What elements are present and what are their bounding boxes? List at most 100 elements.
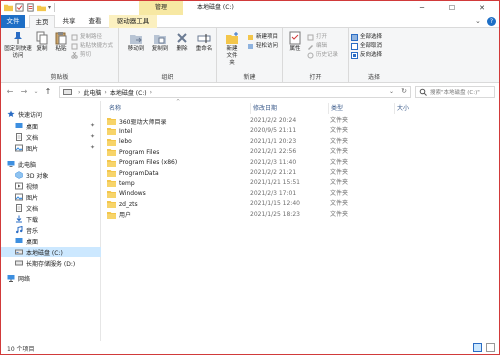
nav-videos[interactable]: 视频 — [1, 181, 101, 191]
tab-share[interactable]: 共享 — [57, 15, 81, 28]
nav-network[interactable]: 网络 — [1, 273, 101, 283]
paste-shortcut-button[interactable]: 粘贴快捷方式 — [71, 42, 113, 50]
quick-access-dropdown-icon[interactable]: ▾ — [48, 4, 51, 11]
table-row[interactable]: Intel 2020/9/5 21:11 文件夹 — [102, 126, 499, 136]
pin-quick-access-button[interactable]: 固定到快速访问 — [3, 31, 33, 60]
file-name-cell[interactable]: 360驱动大师目录 — [107, 116, 166, 126]
paste-shortcut-label: 粘贴快捷方式 — [80, 43, 114, 49]
up-button[interactable]: ↑ — [43, 87, 53, 97]
folder-icon — [107, 170, 116, 177]
close-button[interactable]: ✕ — [471, 1, 493, 15]
file-name-cell[interactable]: temp — [107, 178, 135, 188]
help-icon[interactable]: ? — [487, 17, 496, 26]
history-button[interactable]: 历史记录 — [307, 51, 338, 59]
select-all-button[interactable]: 全部选择 — [351, 33, 382, 41]
file-name-cell[interactable]: 用户 — [107, 210, 131, 220]
search-box[interactable]: 搜索"本地磁盘 (C:)" — [415, 86, 495, 98]
open-button[interactable]: 打开 — [307, 33, 327, 41]
nav-downloads[interactable]: 下载 — [1, 214, 101, 224]
nav-quick-access[interactable]: 快速访问 — [1, 109, 101, 119]
nav-pictures[interactable]: 图片 ✦ — [1, 143, 101, 153]
nav-local-disk-c[interactable]: 本地磁盘 (C:) — [1, 247, 101, 257]
file-name-cell[interactable]: Program Files (x86) — [107, 158, 177, 168]
new-item-button[interactable]: 新建项目 — [247, 33, 278, 41]
column-header-date[interactable]: 修改日期 — [250, 103, 328, 114]
ribbon-collapse-icon[interactable]: ⌄ — [475, 17, 481, 25]
tab-drive-tools[interactable]: 驱动器工具 — [109, 15, 157, 28]
table-row[interactable]: 用户 2021/1/25 18:23 文件夹 — [102, 210, 499, 220]
cube-icon — [15, 171, 23, 179]
open-icon — [307, 34, 314, 40]
file-name-cell[interactable]: Program Files — [107, 147, 159, 157]
cut-button[interactable]: 剪切 — [71, 51, 91, 59]
select-none-button[interactable]: 全部取消 — [351, 42, 382, 50]
document-icon — [16, 133, 22, 141]
folder-icon — [107, 149, 116, 157]
new-folder-icon[interactable] — [37, 3, 46, 12]
tab-home[interactable]: 主页 — [29, 15, 55, 28]
easy-access-button[interactable]: 轻松访问 — [247, 42, 278, 50]
invert-selection-button[interactable]: 反向选择 — [351, 51, 382, 59]
nav-pictures-pc[interactable]: 图片 — [1, 192, 101, 202]
rename-button[interactable]: 重命名 — [193, 31, 215, 53]
desktop-icon — [15, 238, 23, 243]
paste-button[interactable]: 粘贴 — [52, 31, 70, 53]
column-header-type[interactable]: 类型 — [328, 103, 394, 114]
table-row[interactable]: lebo 2021/1/1 20:23 文件夹 — [102, 137, 499, 147]
back-button[interactable]: ← — [5, 87, 15, 97]
file-list: ^ 名称 修改日期 类型 大小 360驱动大师目录 2021/2/2 20:24 文… — [102, 99, 499, 341]
nav-music[interactable]: 音乐 — [1, 225, 101, 235]
breadcrumb-local-disk[interactable]: 本地磁盘 (C:) — [110, 88, 147, 97]
maximize-button[interactable]: ☐ — [441, 1, 463, 15]
rename-label: 重命名 — [195, 46, 213, 52]
nav-storage-d[interactable]: 长期存储服务 (D:) — [1, 258, 101, 268]
minimize-button[interactable]: ─ — [411, 1, 433, 15]
table-row[interactable]: Program Files 2021/2/1 22:56 文件夹 — [102, 147, 499, 157]
details-view-button[interactable] — [473, 343, 482, 352]
breadcrumb-separator: › — [78, 88, 81, 96]
nav-documents[interactable]: 文档 ✦ — [1, 132, 101, 142]
file-name-cell[interactable]: zd_zts — [107, 199, 138, 209]
table-row[interactable]: 360驱动大师目录 2021/2/2 20:24 文件夹 — [102, 116, 499, 126]
nav-this-pc[interactable]: 此电脑 — [1, 159, 101, 169]
breadcrumb-separator: › — [104, 88, 107, 96]
nav-desktop[interactable]: 桌面 ✦ — [1, 121, 101, 131]
properties-icon[interactable] — [26, 3, 35, 12]
file-date: 2021/2/2 20:24 — [250, 117, 297, 124]
nav-3d-objects[interactable]: 3D 对象 — [1, 170, 101, 180]
refresh-icon[interactable]: ↻ — [401, 87, 407, 95]
file-name-cell[interactable]: Intel — [107, 126, 132, 136]
properties-button[interactable]: 属性 — [286, 31, 304, 53]
address-bar[interactable]: › 此电脑 › 本地磁盘 (C:) › ⌄ ↻ — [59, 86, 411, 98]
file-name-cell[interactable]: lebo — [107, 137, 132, 147]
table-row[interactable]: Windows 2021/2/3 17:01 文件夹 — [102, 189, 499, 199]
address-dropdown-icon[interactable]: ⌄ — [389, 88, 394, 95]
file-name-cell[interactable]: ProgramData — [107, 168, 159, 178]
column-header-name[interactable]: 名称 — [109, 103, 249, 114]
move-to-button[interactable]: 移动到 — [125, 31, 147, 53]
table-row[interactable]: temp 2021/1/21 15:51 文件夹 — [102, 178, 499, 188]
edit-button[interactable]: 编辑 — [307, 42, 327, 50]
tab-file[interactable]: 文件 — [1, 15, 25, 28]
table-row[interactable]: zd_zts 2021/1/15 12:40 文件夹 — [102, 199, 499, 209]
nav-desktop-pc[interactable]: 桌面 — [1, 236, 101, 246]
table-row[interactable]: ProgramData 2021/2/2 21:21 文件夹 — [102, 168, 499, 178]
copy-path-button[interactable]: 复制路径 — [71, 33, 102, 41]
copy-to-button[interactable]: 复制到 — [149, 31, 171, 53]
nav-documents-pc[interactable]: 文档 — [1, 203, 101, 213]
paste-shortcut-icon — [71, 43, 78, 49]
new-folder-button[interactable]: 新建文件夹 — [220, 31, 244, 67]
checkbox-icon[interactable] — [15, 3, 24, 12]
large-icons-view-button[interactable] — [486, 343, 495, 352]
forward-button[interactable]: → — [19, 87, 29, 97]
column-header-size[interactable]: 大小 — [394, 103, 454, 114]
tab-view[interactable]: 查看 — [83, 15, 107, 28]
breadcrumb-this-pc[interactable]: 此电脑 — [83, 88, 101, 97]
table-row[interactable]: Program Files (x86) 2021/2/3 11:40 文件夹 — [102, 158, 499, 168]
delete-button[interactable]: 删除 — [174, 31, 190, 53]
nav-label: 文档 — [26, 205, 39, 213]
recent-locations-button[interactable]: ⌄ — [31, 87, 41, 97]
file-name-cell[interactable]: Windows — [107, 189, 146, 199]
pin-icon: ✦ — [89, 144, 95, 151]
copy-button[interactable]: 复制 — [33, 31, 51, 53]
